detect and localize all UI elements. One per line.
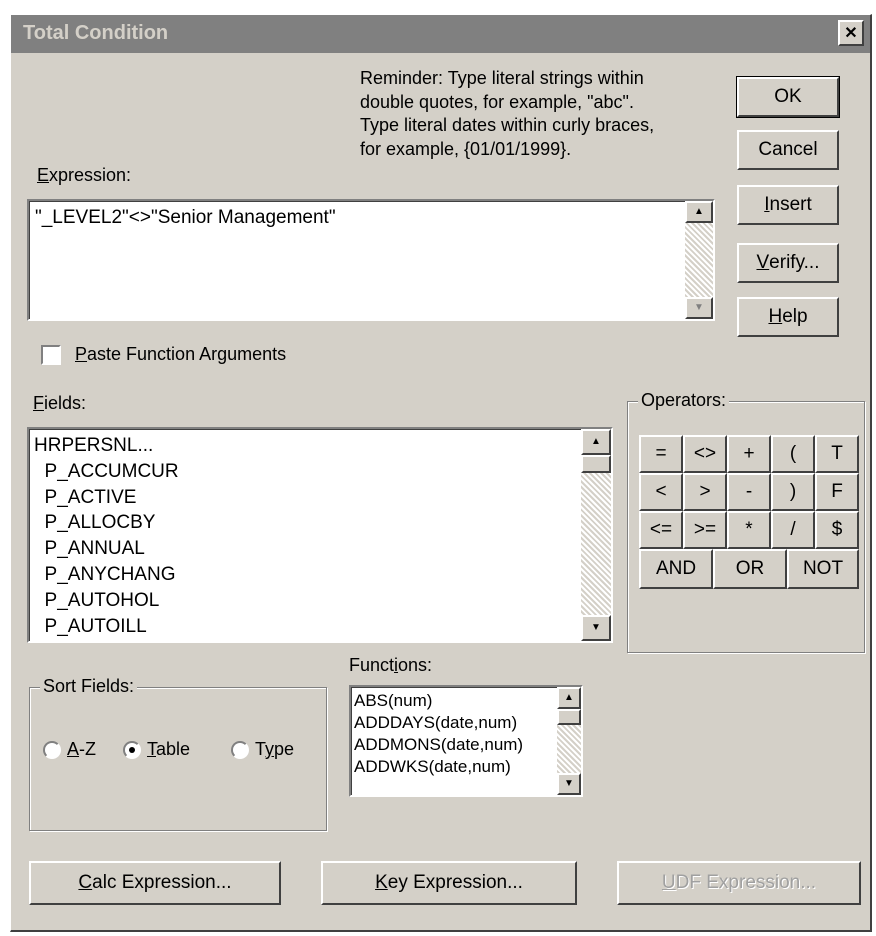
list-item[interactable]: HRPERSNL...	[34, 433, 179, 459]
expression-label: Expression:	[37, 165, 132, 185]
reminder-text: Reminder: Type literal strings within do…	[360, 68, 655, 159]
ok-button[interactable]: OK	[736, 76, 840, 118]
cancel-button[interactable]: Cancel	[737, 130, 839, 170]
sort-fields-label: Sort Fields:	[40, 676, 138, 697]
op-dollar-button[interactable]: $	[815, 511, 859, 549]
total-condition-dialog: Total Condition ✕ Reminder: Type literal…	[10, 14, 872, 932]
list-item[interactable]: P_ANYCHANG	[34, 562, 179, 588]
scroll-up-icon[interactable]: ▲	[685, 201, 713, 223]
key-expression-button[interactable]: Key Expression...	[321, 861, 577, 905]
sort-type-radio[interactable]	[231, 741, 249, 759]
op-and-button[interactable]: AND	[639, 549, 713, 589]
scroll-up-icon[interactable]: ▲	[581, 429, 611, 455]
op-less-button[interactable]: <	[639, 473, 683, 511]
title-bar: Total Condition ✕	[11, 15, 870, 53]
operators-label: Operators:	[638, 390, 730, 411]
list-item[interactable]: P_ANNUAL	[34, 536, 179, 562]
list-item[interactable]: P_ACTIVE	[34, 485, 179, 511]
insert-button[interactable]: Insert	[737, 185, 839, 225]
sort-az-label[interactable]: A-Z	[67, 739, 96, 760]
op-true-button[interactable]: T	[815, 435, 859, 473]
sort-table-label[interactable]: Table	[147, 739, 190, 760]
op-greater-equal-button[interactable]: >=	[683, 511, 727, 549]
list-item[interactable]: ABS(num)	[354, 690, 523, 712]
verify-button[interactable]: Verify...	[737, 243, 839, 283]
op-less-equal-button[interactable]: <=	[639, 511, 683, 549]
list-item[interactable]: P_ALLOCBY	[34, 510, 179, 536]
list-item[interactable]: ADDWKS(date,num)	[354, 756, 523, 778]
dialog-title: Total Condition	[23, 22, 169, 44]
op-close-paren-button[interactable]: )	[771, 473, 815, 511]
op-not-button[interactable]: NOT	[787, 549, 859, 589]
op-plus-button[interactable]: +	[727, 435, 771, 473]
op-multiply-button[interactable]: *	[727, 511, 771, 549]
op-greater-button[interactable]: >	[683, 473, 727, 511]
list-item[interactable]: ADDMONS(date,num)	[354, 734, 523, 756]
functions-scrollbar[interactable]: ▲ ▼	[557, 687, 581, 795]
close-button[interactable]: ✕	[838, 20, 864, 46]
op-minus-button[interactable]: -	[727, 473, 771, 511]
op-false-button[interactable]: F	[815, 473, 859, 511]
functions-list[interactable]: ABS(num) ADDDAYS(date,num) ADDMONS(date,…	[349, 685, 583, 797]
list-item[interactable]: P_ACCUMCUR	[34, 459, 179, 485]
fields-scrollbar[interactable]: ▲ ▼	[581, 429, 611, 641]
close-icon: ✕	[844, 25, 858, 42]
list-item[interactable]: P_AUTOILL	[34, 614, 179, 640]
list-item[interactable]: P_AUTOHOL	[34, 588, 179, 614]
scroll-thumb[interactable]	[581, 455, 611, 473]
op-open-paren-button[interactable]: (	[771, 435, 815, 473]
expression-value: "_LEVEL2"<>"Senior Management"	[35, 207, 336, 228]
fields-list[interactable]: HRPERSNL... P_ACCUMCUR P_ACTIVE P_ALLOCB…	[27, 427, 613, 643]
op-equals-button[interactable]: =	[639, 435, 683, 473]
op-divide-button[interactable]: /	[771, 511, 815, 549]
expression-scrollbar[interactable]: ▲ ▼	[685, 201, 713, 319]
op-not-equal-button[interactable]: <>	[683, 435, 727, 473]
functions-label: Functions:	[349, 655, 433, 675]
list-item[interactable]: ADDDAYS(date,num)	[354, 712, 523, 734]
help-button[interactable]: Help	[737, 297, 839, 337]
paste-function-arguments-checkbox[interactable]	[41, 345, 61, 365]
expression-textarea[interactable]: "_LEVEL2"<>"Senior Management" ▲ ▼	[27, 199, 715, 321]
fields-items: HRPERSNL... P_ACCUMCUR P_ACTIVE P_ALLOCB…	[34, 433, 179, 639]
paste-function-arguments-label[interactable]: Paste Function Arguments	[75, 344, 286, 365]
scroll-down-icon[interactable]: ▼	[581, 615, 611, 641]
scroll-down-icon[interactable]: ▼	[685, 297, 713, 319]
functions-items: ABS(num) ADDDAYS(date,num) ADDMONS(date,…	[354, 690, 523, 778]
udf-expression-button[interactable]: U DF Expression...	[617, 861, 861, 905]
scroll-thumb[interactable]	[557, 709, 581, 725]
scroll-up-icon[interactable]: ▲	[557, 687, 581, 709]
sort-type-label[interactable]: Type	[255, 739, 294, 760]
op-or-button[interactable]: OR	[713, 549, 787, 589]
scroll-down-icon[interactable]: ▼	[557, 773, 581, 795]
sort-az-radio[interactable]	[43, 741, 61, 759]
calc-expression-button[interactable]: Calc Expression...	[29, 861, 281, 905]
fields-label: Fields:	[33, 393, 87, 413]
sort-table-radio[interactable]	[123, 741, 141, 759]
